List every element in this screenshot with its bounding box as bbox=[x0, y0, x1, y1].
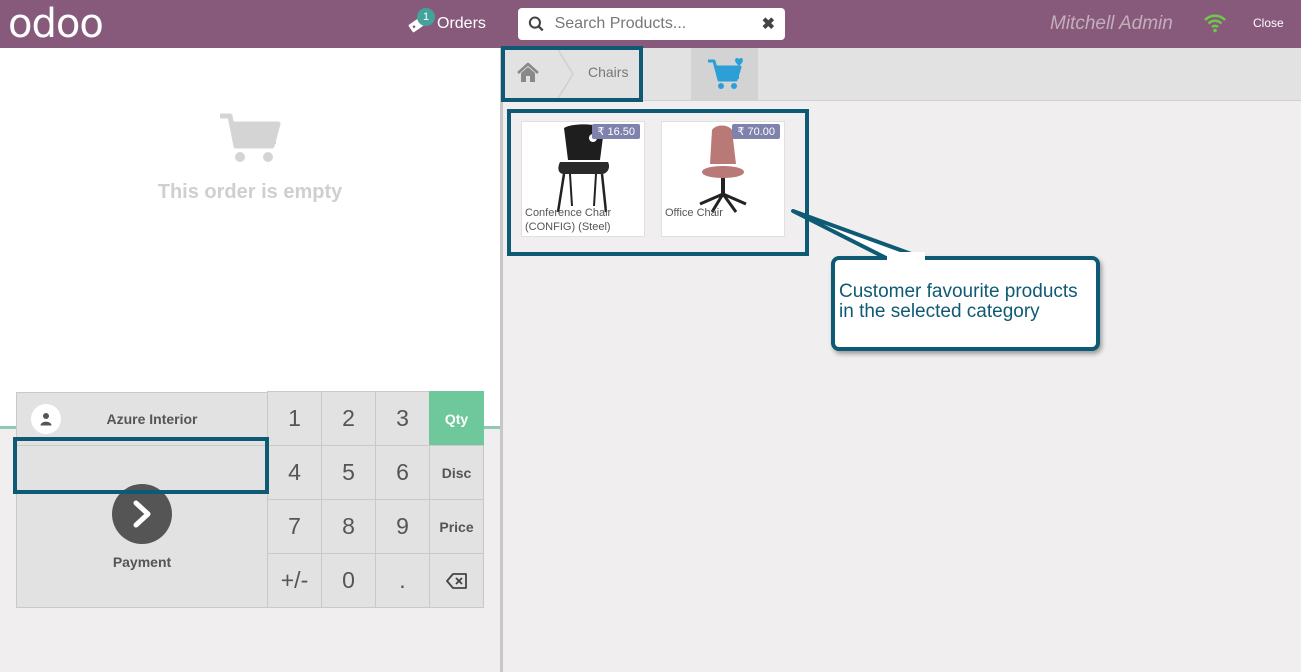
price-tag: ₹ 16.50 bbox=[592, 124, 640, 139]
mode-disc-button[interactable]: Disc bbox=[429, 445, 484, 500]
search-box[interactable]: ✖ bbox=[518, 8, 785, 40]
backspace-button[interactable] bbox=[429, 553, 484, 608]
product-name: Office Chair bbox=[665, 207, 723, 219]
numpad-key-9[interactable]: 9 bbox=[375, 499, 430, 554]
callout-text-line-1: Customer favourite products bbox=[839, 281, 1078, 302]
customer-name: Azure Interior bbox=[106, 411, 198, 427]
pos-header: odoo 1 Orders ✖ Mitchell Admin Close bbox=[0, 0, 1301, 48]
orders-count-badge: 1 bbox=[417, 8, 435, 26]
set-customer-button[interactable]: Azure Interior bbox=[16, 392, 268, 446]
home-icon[interactable] bbox=[516, 62, 540, 84]
empty-order-message: This order is empty bbox=[157, 181, 343, 203]
numpad-key-0[interactable]: 0 bbox=[321, 553, 376, 608]
orders-button[interactable]: 1 Orders bbox=[405, 8, 486, 38]
chevron-right-icon bbox=[112, 484, 172, 544]
numpad-key-dot[interactable]: . bbox=[375, 553, 430, 608]
numpad-key-plus-minus[interactable]: +/- bbox=[267, 553, 322, 608]
user-icon bbox=[31, 404, 61, 434]
odoo-logo: odoo bbox=[8, 1, 104, 47]
numpad-key-1[interactable]: 1 bbox=[267, 391, 322, 446]
payment-button[interactable]: Payment bbox=[16, 446, 268, 608]
favourite-products-tab[interactable] bbox=[691, 48, 758, 100]
product-name: Conference Chair (CONFIG) (Steel) bbox=[525, 207, 612, 233]
numpad-key-5[interactable]: 5 bbox=[321, 445, 376, 500]
callout-text-line-2: in the selected category bbox=[839, 301, 1040, 322]
search-icon bbox=[528, 16, 544, 32]
payment-label: Payment bbox=[112, 554, 172, 570]
numpad-key-2[interactable]: 2 bbox=[321, 391, 376, 446]
breadcrumb-separator bbox=[556, 48, 574, 100]
ticket-icon: 1 bbox=[405, 8, 435, 36]
numpad: 1 2 3 Qty 4 5 6 Disc 7 8 9 Price +/- 0 . bbox=[267, 391, 484, 608]
cart-heart-icon bbox=[707, 57, 743, 89]
search-input[interactable] bbox=[544, 10, 762, 38]
numpad-key-4[interactable]: 4 bbox=[267, 445, 322, 500]
backspace-icon bbox=[445, 572, 467, 589]
annotation-callout: Customer favourite products in the selec… bbox=[831, 256, 1100, 351]
orders-label: Orders bbox=[437, 15, 486, 32]
product-card[interactable]: ₹ 70.00 Office Chair bbox=[661, 121, 785, 237]
numpad-key-8[interactable]: 8 bbox=[321, 499, 376, 554]
price-tag: ₹ 70.00 bbox=[732, 124, 780, 139]
mode-qty-button[interactable]: Qty bbox=[429, 391, 484, 446]
user-name: Mitchell Admin bbox=[1050, 13, 1173, 34]
mode-price-button[interactable]: Price bbox=[429, 499, 484, 554]
numpad-key-7[interactable]: 7 bbox=[267, 499, 322, 554]
shopping-cart-icon bbox=[220, 113, 281, 162]
product-card[interactable]: ₹ 16.50 Conference Chair (CONFIG) (Steel… bbox=[521, 121, 645, 237]
wifi-icon bbox=[1204, 14, 1226, 33]
numpad-key-3[interactable]: 3 bbox=[375, 391, 430, 446]
numpad-key-6[interactable]: 6 bbox=[375, 445, 430, 500]
clear-search-icon[interactable]: ✖ bbox=[762, 14, 775, 34]
breadcrumb-category[interactable]: Chairs bbox=[588, 64, 628, 80]
close-button[interactable]: Close bbox=[1253, 16, 1284, 30]
